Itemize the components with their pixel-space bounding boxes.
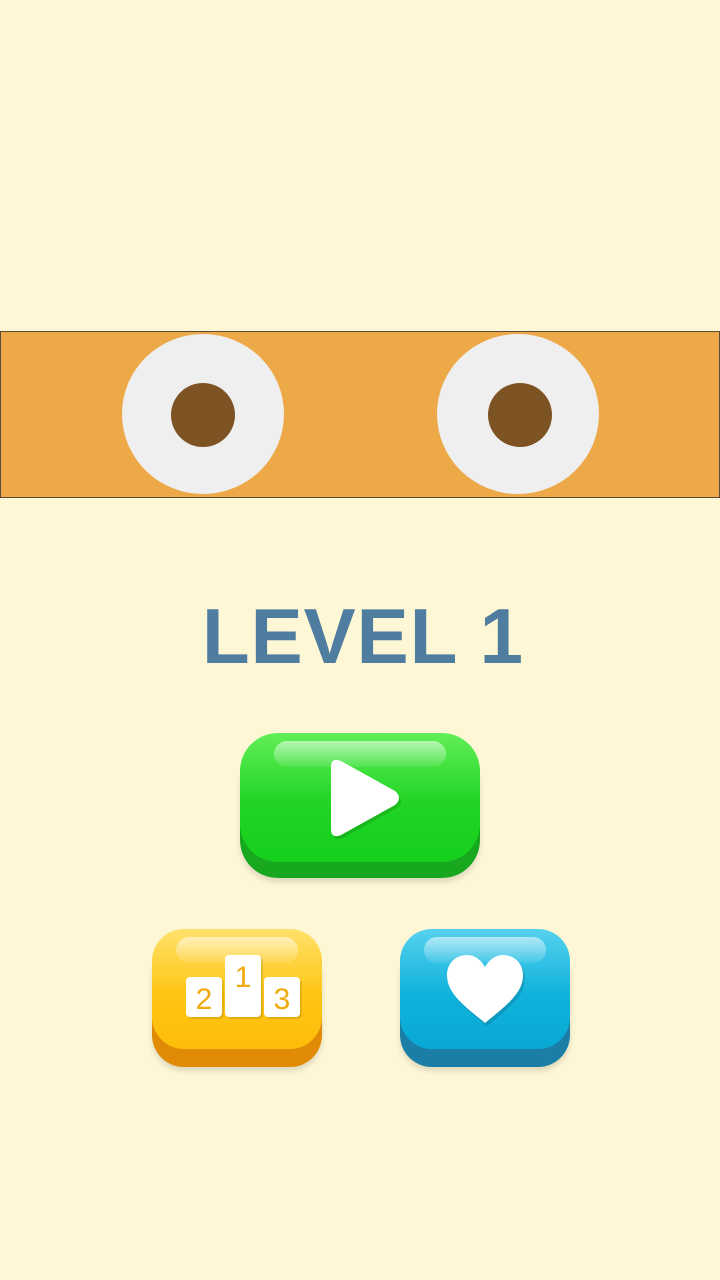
play-button[interactable] (240, 733, 480, 878)
leaderboard-button[interactable]: 2 1 3 (152, 929, 322, 1067)
left-pupil (171, 383, 235, 447)
heart-icon (447, 955, 525, 1026)
rank-1-label: 1 (235, 961, 252, 994)
eye-band (0, 331, 720, 498)
right-pupil (488, 383, 552, 447)
level-title: LEVEL 1 (201, 592, 524, 680)
podium-icon: 2 1 3 (186, 955, 302, 1019)
rank-3-label: 3 (274, 983, 291, 1016)
left-eye (122, 334, 284, 494)
rank-2-label: 2 (196, 983, 213, 1016)
favorite-button[interactable] (400, 929, 570, 1067)
right-eye (437, 334, 599, 494)
play-icon (331, 759, 401, 839)
